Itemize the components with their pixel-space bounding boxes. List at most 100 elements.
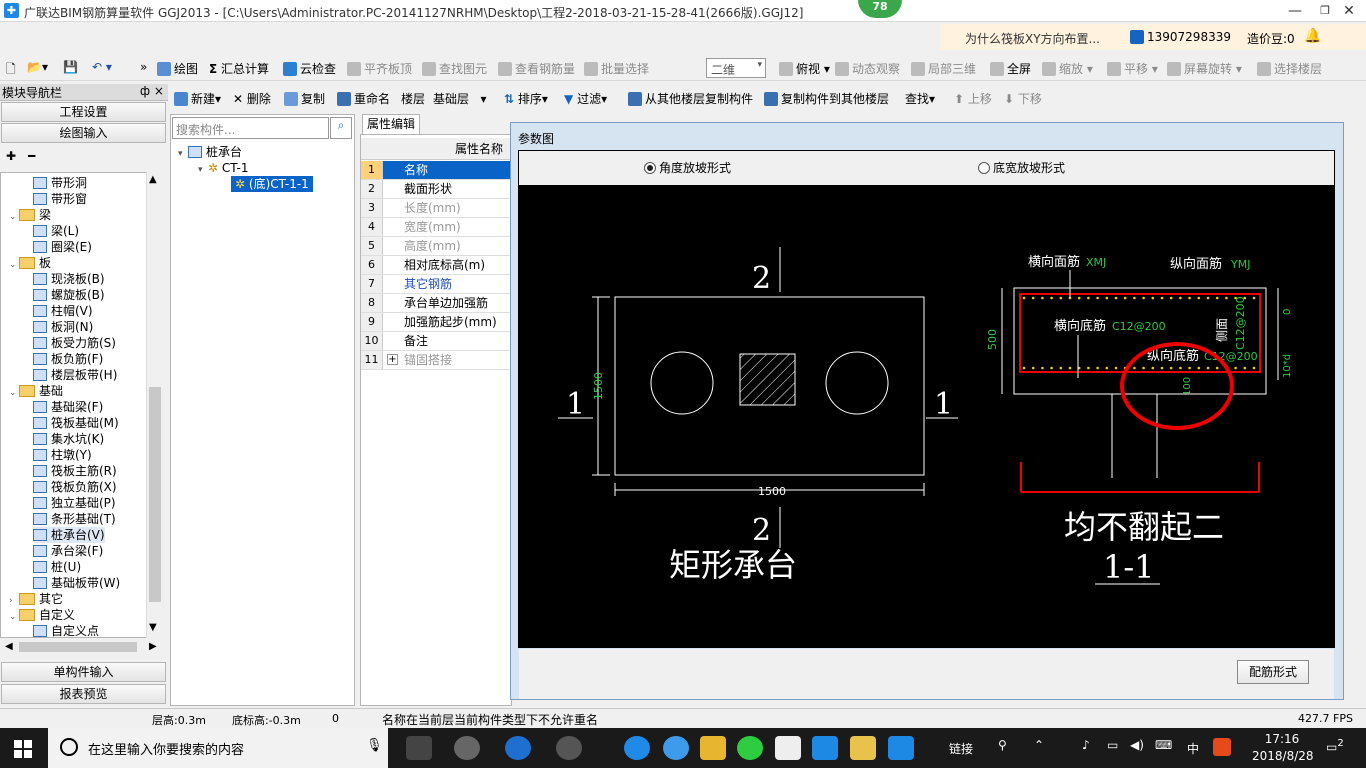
tree-item[interactable]: 带形洞 <box>33 175 87 191</box>
component-root[interactable]: ▾ 桩承台 <box>178 144 242 160</box>
property-row[interactable]: 10 备注 <box>361 332 511 351</box>
hscroll-thumb[interactable] <box>19 642 137 652</box>
collapse-icon[interactable]: ▾ <box>178 146 188 162</box>
single-input-button[interactable]: 单构件输入 <box>1 662 166 682</box>
windows-start-icon[interactable] <box>14 740 32 758</box>
rename-button[interactable]: 重命名 <box>337 90 390 107</box>
tree-folder[interactable]: ⌄ 基础 <box>9 383 63 399</box>
collapse-all-icon[interactable]: ━ <box>28 149 35 163</box>
people-icon[interactable]: ⚲ <box>998 738 1007 752</box>
save-icon[interactable]: 💾 <box>63 60 78 74</box>
edge-browser-icon[interactable] <box>624 736 650 760</box>
tree-item[interactable]: 基础板带(W) <box>33 575 120 591</box>
sogou-icon[interactable] <box>1213 738 1231 756</box>
green-app-icon[interactable] <box>737 736 763 760</box>
mail-icon[interactable] <box>775 736 801 760</box>
tree-folder[interactable]: › 其它 <box>9 591 63 607</box>
collapse-icon[interactable]: ▾ <box>198 162 208 178</box>
mic-icon[interactable]: 🎙 <box>366 738 383 753</box>
copy-from-floor-button[interactable]: 从其他楼层复制构件 <box>628 90 753 107</box>
property-row[interactable]: 3 长度(mm) <box>361 199 511 218</box>
cloud-check-button[interactable]: 云检查 <box>283 60 336 77</box>
scroll-down-icon[interactable]: ▼ <box>149 622 157 633</box>
search-button[interactable]: 查找▾ <box>905 90 935 107</box>
tree-folder[interactable]: ⌄ 梁 <box>9 207 51 223</box>
property-row[interactable]: 8 承台单边加强筋 <box>361 294 511 313</box>
zoom-button[interactable]: 缩放 ▾ <box>1042 60 1093 77</box>
tree-item[interactable]: 螺旋板(B) <box>33 287 105 303</box>
tree-item[interactable]: 独立基础(P) <box>33 495 116 511</box>
local-3d-button[interactable]: 局部三维 <box>911 60 976 77</box>
collapse-icon[interactable]: ⌄ <box>9 209 19 225</box>
view-rebar-button[interactable]: 查看钢筋量 <box>498 60 575 77</box>
component-group[interactable]: ▾ ✲ CT-1 <box>198 160 248 176</box>
g-app-icon[interactable] <box>812 736 838 760</box>
glodon-app-icon[interactable] <box>888 736 914 760</box>
ie-icon[interactable] <box>663 736 689 760</box>
tray-up-icon[interactable]: ⌃ <box>1034 738 1044 752</box>
filter-button[interactable]: ▼ 过滤▾ <box>564 90 607 107</box>
fullscreen-button[interactable]: 全屏 <box>990 60 1031 77</box>
tree-item[interactable]: 桩(U) <box>33 559 81 575</box>
component-search-input[interactable]: 搜索构件... <box>172 117 329 139</box>
undo-icon[interactable]: ↶ ▾ <box>92 60 112 74</box>
clock[interactable]: 17:16 2018/8/28 <box>1252 731 1314 765</box>
tree-item[interactable]: 条形基础(T) <box>33 511 116 527</box>
plan-view-button[interactable]: 俯视 ▾ <box>779 60 830 77</box>
property-row[interactable]: 7 其它钢筋 <box>361 275 511 294</box>
expand-all-icon[interactable]: ✚ <box>6 149 16 163</box>
tree-item[interactable]: 带形窗 <box>33 191 87 207</box>
scroll-thumb[interactable] <box>149 387 161 602</box>
delete-button[interactable]: ✕ 删除 <box>233 90 271 107</box>
scroll-up-icon[interactable]: ▲ <box>149 174 157 185</box>
edge-icon[interactable] <box>505 736 531 760</box>
move-down-button[interactable]: ⬇ 下移 <box>1004 90 1042 107</box>
sort-button[interactable]: ⇅ 排序▾ <box>504 90 548 107</box>
project-settings-button[interactable]: 工程设置 <box>1 102 166 122</box>
draw-button[interactable]: 绘图 <box>157 60 198 77</box>
new-button[interactable]: 新建▾ <box>174 90 221 107</box>
select-floor-button[interactable]: 选择楼层 <box>1257 60 1322 77</box>
notification-bell-icon[interactable]: ♪ <box>1082 738 1090 752</box>
taskbar-search-box[interactable]: 在这里输入你要搜索的内容 🎙 <box>48 728 388 768</box>
tree-item[interactable]: 柱帽(V) <box>33 303 93 319</box>
circle-app-icon[interactable] <box>556 736 582 760</box>
property-row[interactable]: 4 宽度(mm) <box>361 218 511 237</box>
task-view-icon[interactable] <box>406 736 432 760</box>
notes-app-icon[interactable] <box>850 736 876 760</box>
copy-button[interactable]: 复制 <box>284 90 325 107</box>
angle-slope-radio[interactable]: 角度放坡形式 <box>644 159 731 176</box>
view-mode-select[interactable]: 二维 ▾ <box>706 58 766 78</box>
ime-label[interactable]: 中 <box>1187 740 1199 757</box>
tree-item[interactable]: 现浇板(B) <box>33 271 105 287</box>
tree-item[interactable]: 筏板基础(M) <box>33 415 119 431</box>
property-row[interactable]: 1 名称 <box>361 161 511 180</box>
tree-item[interactable]: 板受力筋(S) <box>33 335 116 351</box>
pin-close-icon[interactable]: ф × <box>140 84 164 98</box>
tree-item[interactable]: 楼层板带(H) <box>33 367 117 383</box>
tree-item[interactable]: 板洞(N) <box>33 319 93 335</box>
collapse-icon[interactable]: ⌄ <box>9 609 19 625</box>
tree-vertical-scrollbar[interactable]: ▲ ▼ <box>146 172 163 638</box>
batch-select-button[interactable]: 批量选择 <box>584 60 649 77</box>
collapse-icon[interactable]: ⌄ <box>9 257 19 273</box>
search-icon[interactable]: ⌕ <box>330 117 352 139</box>
tree-horizontal-scrollbar[interactable]: ◀ ▶ <box>1 638 163 656</box>
action-center-icon[interactable]: ▭2 <box>1326 738 1344 754</box>
tree-item[interactable]: 基础梁(F) <box>33 399 103 415</box>
component-leaf-selected[interactable]: ✲ (底)CT-1-1 <box>231 176 313 192</box>
user-phone[interactable]: 13907298339 <box>1130 30 1231 44</box>
close-button[interactable]: ✕ <box>1334 2 1364 20</box>
tree-item[interactable]: 筏板主筋(R) <box>33 463 117 479</box>
tree-item[interactable]: 自定义点 <box>33 623 99 637</box>
property-row[interactable]: 9 加强筋起步(mm) <box>361 313 511 332</box>
collapse-icon[interactable]: ⌄ <box>9 385 19 401</box>
new-file-icon[interactable]: 🗋 <box>6 60 16 81</box>
copy-to-floor-button[interactable]: 复制构件到其他楼层 <box>764 90 889 107</box>
move-up-button[interactable]: ⬆ 上移 <box>954 90 992 107</box>
bottom-width-slope-radio[interactable]: 底宽放坡形式 <box>978 159 1065 176</box>
rebar-config-button[interactable]: 配筋形式 <box>1237 660 1309 684</box>
find-element-button[interactable]: 查找图元 <box>422 60 487 77</box>
draw-input-button[interactable]: 绘图输入 <box>1 123 166 143</box>
tree-folder[interactable]: ⌄ 板 <box>9 255 51 271</box>
